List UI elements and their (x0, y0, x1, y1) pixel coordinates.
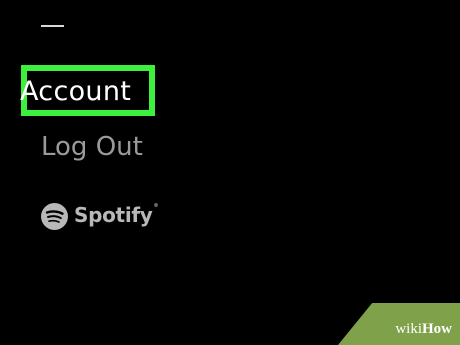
account-menu-item[interactable]: Account (20, 76, 131, 108)
spotify-wordmark: Spotify® (74, 203, 159, 227)
spotify-logo: Spotify® (41, 201, 159, 231)
spotify-wordmark-text: Spotify (74, 203, 153, 227)
spotify-icon (41, 202, 68, 230)
wikihow-watermark: wikiHow (395, 321, 452, 337)
trademark-symbol: ® (153, 203, 159, 209)
watermark-wiki: wiki (395, 321, 422, 337)
watermark-how: How (422, 321, 452, 337)
minus-icon[interactable] (41, 25, 64, 27)
logout-menu-item[interactable]: Log Out (41, 131, 143, 163)
